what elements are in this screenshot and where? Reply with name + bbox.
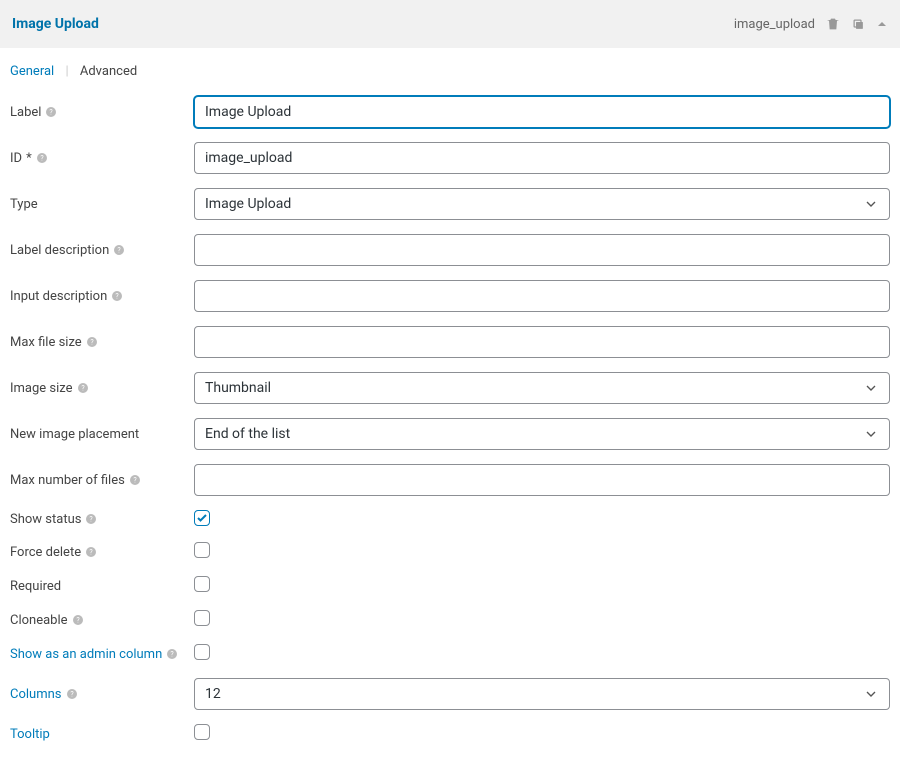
tab-separator: | (65, 64, 68, 79)
show-admin-col-checkbox[interactable] (194, 644, 210, 660)
row-id: ID * ? (10, 135, 890, 181)
force-delete-text: Force delete (10, 545, 81, 560)
field-slug: image_upload (734, 17, 815, 32)
row-force-delete: Force delete ? (10, 535, 890, 569)
max-file-size-label: Max file size ? (10, 335, 194, 350)
tooltip-checkbox[interactable] (194, 724, 210, 740)
duplicate-icon[interactable] (851, 17, 866, 32)
show-admin-col-label: Show as an admin column ? (10, 647, 194, 662)
field-header: Image Upload image_upload (0, 0, 900, 48)
columns-select[interactable]: 12 (194, 678, 890, 710)
id-input[interactable] (194, 142, 890, 174)
chevron-down-icon (863, 380, 879, 396)
type-select[interactable]: Image Upload (194, 188, 890, 220)
show-admin-col-link[interactable]: Show as an admin column (10, 647, 162, 662)
row-max-num-files: Max number of files ? (10, 457, 890, 503)
chevron-down-icon (863, 686, 879, 702)
id-label: ID * ? (10, 151, 194, 166)
help-icon[interactable]: ? (85, 546, 97, 558)
columns-label: Columns ? (10, 687, 194, 702)
max-num-files-text: Max number of files (10, 473, 125, 488)
row-columns: Columns ? 12 (10, 671, 890, 717)
row-label: Label ? (10, 89, 890, 135)
chevron-down-icon (863, 426, 879, 442)
input-desc-text: Input description (10, 289, 107, 304)
row-type: Type Image Upload (10, 181, 890, 227)
row-new-image-placement: New image placement End of the list (10, 411, 890, 457)
form-body: Label ? ID * ? Type Image Upload Label de… (0, 89, 900, 771)
row-required: Required (10, 569, 890, 603)
tooltip-label: Tooltip (10, 727, 194, 742)
tooltip-link[interactable]: Tooltip (10, 727, 50, 742)
help-icon[interactable]: ? (36, 152, 48, 164)
image-size-select[interactable]: Thumbnail (194, 372, 890, 404)
columns-value: 12 (205, 686, 221, 702)
image-size-label: Image size ? (10, 381, 194, 396)
help-icon[interactable]: ? (86, 336, 98, 348)
force-delete-checkbox[interactable] (194, 542, 210, 558)
help-icon[interactable]: ? (45, 106, 57, 118)
row-cloneable: Cloneable ? (10, 603, 890, 637)
help-icon[interactable]: ? (77, 382, 89, 394)
show-status-text: Show status (10, 512, 81, 527)
type-select-value: Image Upload (205, 196, 291, 212)
help-icon[interactable]: ? (66, 688, 78, 700)
label-desc-input[interactable] (194, 234, 890, 266)
image-size-text: Image size (10, 381, 73, 396)
help-icon[interactable]: ? (72, 614, 84, 626)
help-icon[interactable]: ? (129, 474, 141, 486)
max-num-files-input[interactable] (194, 464, 890, 496)
label-desc-label: Label description ? (10, 243, 194, 258)
show-status-checkbox[interactable] (194, 510, 210, 526)
cloneable-label: Cloneable ? (10, 613, 194, 628)
id-label-text: ID (10, 151, 22, 166)
trash-icon[interactable] (825, 16, 841, 32)
label-label-text: Label (10, 105, 41, 120)
collapse-icon[interactable] (876, 18, 888, 30)
row-label-desc: Label description ? (10, 227, 890, 273)
chevron-down-icon (863, 196, 879, 212)
cloneable-text: Cloneable (10, 613, 68, 628)
required-checkbox[interactable] (194, 576, 210, 592)
input-desc-label: Input description ? (10, 289, 194, 304)
required-indicator: * (26, 151, 32, 166)
help-icon[interactable]: ? (85, 513, 97, 525)
tab-advanced[interactable]: Advanced (80, 64, 137, 79)
show-status-label: Show status ? (10, 512, 194, 527)
new-image-placement-value: End of the list (205, 426, 290, 442)
row-max-file-size: Max file size ? (10, 319, 890, 365)
row-show-admin-col: Show as an admin column ? (10, 637, 890, 671)
label-input[interactable] (194, 96, 890, 128)
max-file-size-text: Max file size (10, 335, 82, 350)
row-tooltip: Tooltip (10, 717, 890, 751)
columns-link[interactable]: Columns (10, 687, 62, 702)
help-icon[interactable]: ? (166, 648, 178, 660)
label-label: Label ? (10, 105, 194, 120)
label-desc-text: Label description (10, 243, 109, 258)
row-input-desc: Input description ? (10, 273, 890, 319)
max-num-files-label: Max number of files ? (10, 473, 194, 488)
help-icon[interactable]: ? (113, 244, 125, 256)
image-size-value: Thumbnail (205, 380, 271, 396)
tabs: General | Advanced (0, 48, 900, 89)
row-image-size: Image size ? Thumbnail (10, 365, 890, 411)
help-icon[interactable]: ? (111, 290, 123, 302)
row-show-status: Show status ? (10, 503, 890, 535)
tab-general[interactable]: General (10, 64, 54, 79)
cloneable-checkbox[interactable] (194, 610, 210, 626)
new-image-placement-select[interactable]: End of the list (194, 418, 890, 450)
max-file-size-input[interactable] (194, 326, 890, 358)
field-title: Image Upload (12, 16, 99, 32)
input-desc-input[interactable] (194, 280, 890, 312)
type-label: Type (10, 197, 194, 212)
force-delete-label: Force delete ? (10, 545, 194, 560)
header-actions: image_upload (734, 16, 888, 32)
new-image-placement-label: New image placement (10, 427, 194, 442)
required-label: Required (10, 579, 194, 594)
